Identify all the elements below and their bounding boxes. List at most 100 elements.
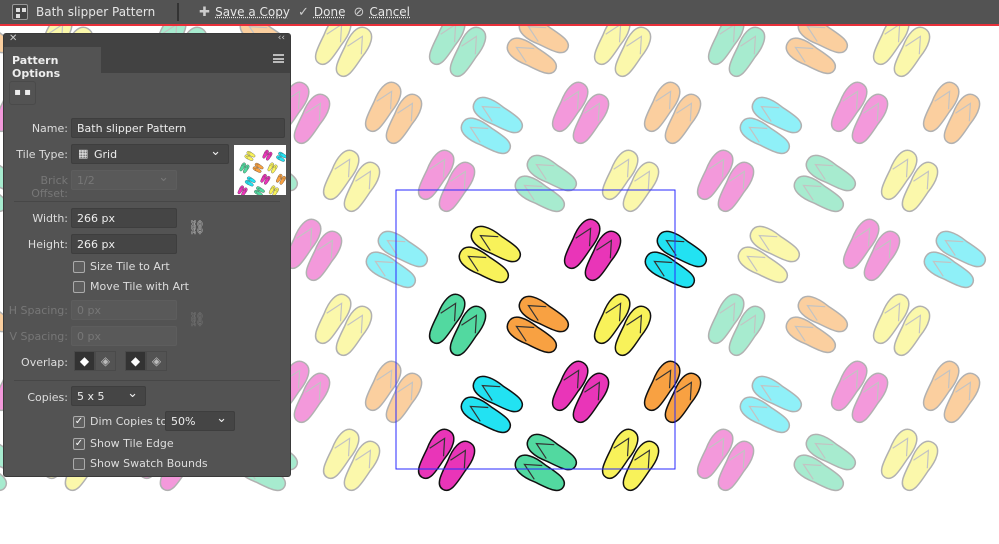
flip-flop-pair: [842, 218, 901, 282]
panel-tabs: Pattern Options: [4, 47, 290, 80]
flip-flop-pair: [460, 96, 524, 155]
v-spacing-label: V Spacing:: [9, 330, 69, 343]
tile-type-label: Tile Type:: [16, 148, 68, 161]
divider: [177, 3, 180, 21]
flip-flop-pair: [785, 295, 849, 354]
flip-flop-pair: [458, 225, 522, 284]
dim-copies-checkbox[interactable]: ✓: [73, 416, 85, 428]
flip-flop-pair: [276, 151, 286, 162]
done-label: Done: [313, 5, 346, 19]
flip-flop-pair: [793, 433, 857, 492]
flip-flop-pair: [922, 360, 981, 424]
save-copy-label: Save a Copy: [215, 5, 290, 19]
overlap-left-in-front-button[interactable]: ◆: [74, 351, 95, 371]
flip-flop-pair: [417, 428, 476, 492]
flip-flop-pair: [276, 174, 286, 185]
tile-type-value: Grid: [94, 148, 118, 161]
width-label: Width:: [32, 212, 68, 225]
move-tile-checkbox[interactable]: [73, 281, 85, 293]
pattern-title: Bath slipper Pattern: [36, 5, 156, 19]
tile-type-select[interactable]: ▦ Grid: [71, 144, 229, 164]
height-input[interactable]: 266 px: [71, 234, 177, 254]
flip-flop-pair: [923, 230, 987, 289]
dim-copies-select[interactable]: 50%: [165, 411, 235, 431]
flip-flop-pair: [872, 26, 931, 78]
overlap-bottom-in-front-button[interactable]: ◈: [146, 351, 167, 371]
brick-offset-select[interactable]: 1/2: [71, 170, 177, 190]
flip-flop-pair: [785, 26, 849, 75]
cancel-icon: ⊘: [353, 4, 365, 20]
done-button[interactable]: ✓ Done: [298, 5, 345, 20]
flip-flop-pair: [314, 26, 373, 78]
size-tile-label: Size Tile to Art: [90, 260, 170, 273]
flip-flop-pair: [314, 293, 373, 357]
cancel-label: Cancel: [369, 5, 411, 19]
link-spacing-icon[interactable]: ⛓: [188, 312, 206, 328]
flip-flop-pair: [696, 149, 755, 213]
overlap-label: Overlap:: [21, 356, 68, 369]
flip-flop-pair: [593, 293, 652, 357]
flip-flop-pair: [739, 96, 803, 155]
flip-flop-pair: [643, 360, 702, 424]
link-proportions-icon[interactable]: ⛓: [188, 220, 206, 236]
collapse-icon[interactable]: ‹‹: [278, 33, 285, 43]
divider: [14, 201, 280, 202]
flip-flop-pair: [322, 149, 381, 213]
grid-icon: ▦: [78, 147, 89, 160]
dim-copies-label: Dim Copies to:: [90, 415, 171, 428]
cancel-button[interactable]: ⊘ Cancel: [353, 5, 410, 20]
flip-flop-pair: [922, 81, 981, 145]
tab-pattern-options[interactable]: Pattern Options: [4, 47, 101, 80]
pattern-tile-tool-button[interactable]: ▪ ▪: [9, 81, 36, 105]
flip-flop-pair: [364, 360, 423, 424]
flip-flop-pair: [365, 230, 429, 289]
show-swatch-bounds-label: Show Swatch Bounds: [90, 457, 208, 470]
flip-flop-pair: [428, 293, 487, 357]
panel-menu-icon[interactable]: [273, 54, 284, 63]
flip-flop-pair: [880, 149, 939, 213]
pattern-options-panel: ✕ ‹‹ Pattern Options ▪ ▪ Name: Bath slip…: [3, 33, 291, 477]
flip-flop-pair: [254, 186, 265, 195]
flip-flop-pair: [707, 293, 766, 357]
flip-flop-pair: [239, 162, 250, 174]
show-swatch-bounds-checkbox[interactable]: [73, 458, 85, 470]
flip-flop-pair: [830, 81, 889, 145]
flip-flop-pair: [364, 81, 423, 145]
copies-select[interactable]: 5 x 5: [71, 386, 146, 406]
flip-flop-pair: [696, 428, 755, 492]
flip-flop-pair: [417, 149, 476, 213]
plus-icon: ✚: [199, 4, 211, 20]
flip-flop-pair: [593, 26, 652, 78]
copies-label: Copies:: [27, 391, 68, 404]
flip-flop-pair: [322, 428, 381, 492]
name-label: Name:: [31, 122, 68, 135]
show-tile-edge-checkbox[interactable]: ✓: [73, 438, 85, 450]
flip-flop-pair: [260, 174, 271, 185]
flip-flop-pair: [244, 176, 256, 187]
save-copy-button[interactable]: ✚ Save a Copy: [199, 5, 290, 20]
flip-flop-pair: [643, 81, 702, 145]
width-input[interactable]: 266 px: [71, 208, 177, 228]
flip-flop-pair: [460, 375, 524, 434]
flip-flop-pair: [506, 26, 570, 75]
close-icon[interactable]: ✕: [9, 33, 17, 44]
overlap-right-in-front-button[interactable]: ◈: [95, 351, 116, 371]
show-tile-edge-label: Show Tile Edge: [90, 437, 174, 450]
flip-flop-pair: [872, 293, 931, 357]
v-spacing-input[interactable]: 0 px: [71, 326, 177, 346]
panel-titlebar: ✕ ‹‹: [4, 33, 290, 47]
h-spacing-input[interactable]: 0 px: [71, 300, 177, 320]
overlap-top-in-front-button[interactable]: ◆: [125, 351, 146, 371]
h-spacing-label: H Spacing:: [8, 304, 68, 317]
flip-flop-pair: [739, 375, 803, 434]
brick-offset-label: Brick Offset:: [31, 174, 68, 200]
flip-flop-pair: [601, 149, 660, 213]
checkmark-icon: ✓: [297, 4, 309, 20]
pattern-edit-bar: Bath slipper Pattern ✚ Save a Copy ✓ Done …: [0, 0, 999, 26]
flip-flop-pair: [737, 225, 801, 284]
size-tile-checkbox[interactable]: [73, 261, 85, 273]
flip-flop-pair: [793, 154, 857, 213]
flip-flop-pair: [830, 360, 889, 424]
name-input[interactable]: Bath slipper Pattern: [71, 118, 285, 138]
flip-flop-pair: [506, 295, 570, 354]
